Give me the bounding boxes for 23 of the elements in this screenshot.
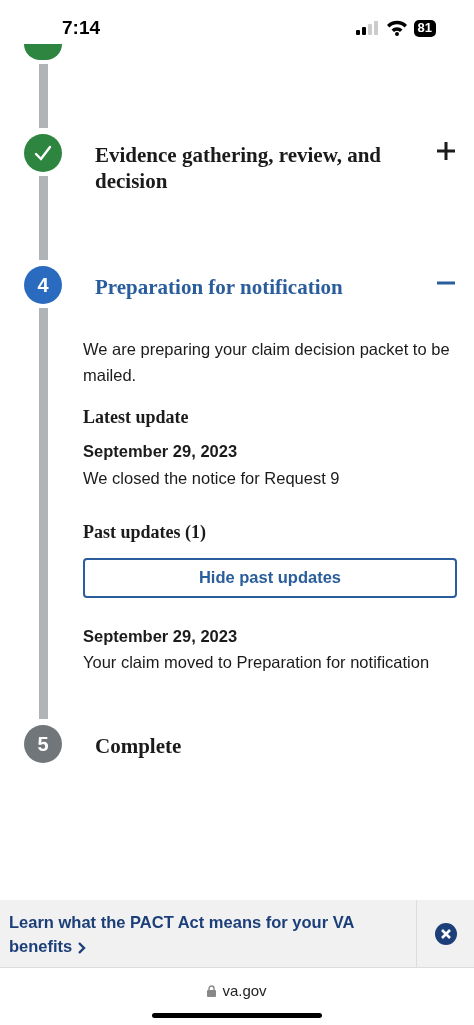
signal-icon [355,21,380,35]
section-heading: Latest update [83,406,190,429]
step-number: 4 [37,273,49,298]
chevron-icon [77,941,87,954]
update-date: September 29, 2023 [83,625,239,647]
update-text: We closed the notice for Request 9 [83,467,341,489]
step-title[interactable]: Evidence gathering, review, and decision [86,134,437,194]
hide-updates-button[interactable]: Hide past updates [83,557,457,598]
url-text: va.gov [222,981,267,1001]
section-heading: Past updates (1) [83,520,207,544]
step-title[interactable]: Preparation for notification [86,266,437,300]
wifi-icon [385,20,408,36]
step-number: 5 [37,732,49,757]
lock-icon [207,985,217,998]
battery-indicator: 81 [413,19,436,37]
status-time: 7:14 [62,15,102,40]
update-date: September 29, 2023 [83,441,239,462]
close-icon[interactable] [434,922,457,945]
step-title[interactable]: Complete [86,725,457,759]
update-text: Your claim moved to Preparation for notification [83,652,431,674]
step-description: We are preparing your claim decision packet to be mailed. [83,339,451,386]
banner-link[interactable]: Learn what the PACT Act means for your VA benefits [0,900,416,967]
check-icon [33,144,53,162]
